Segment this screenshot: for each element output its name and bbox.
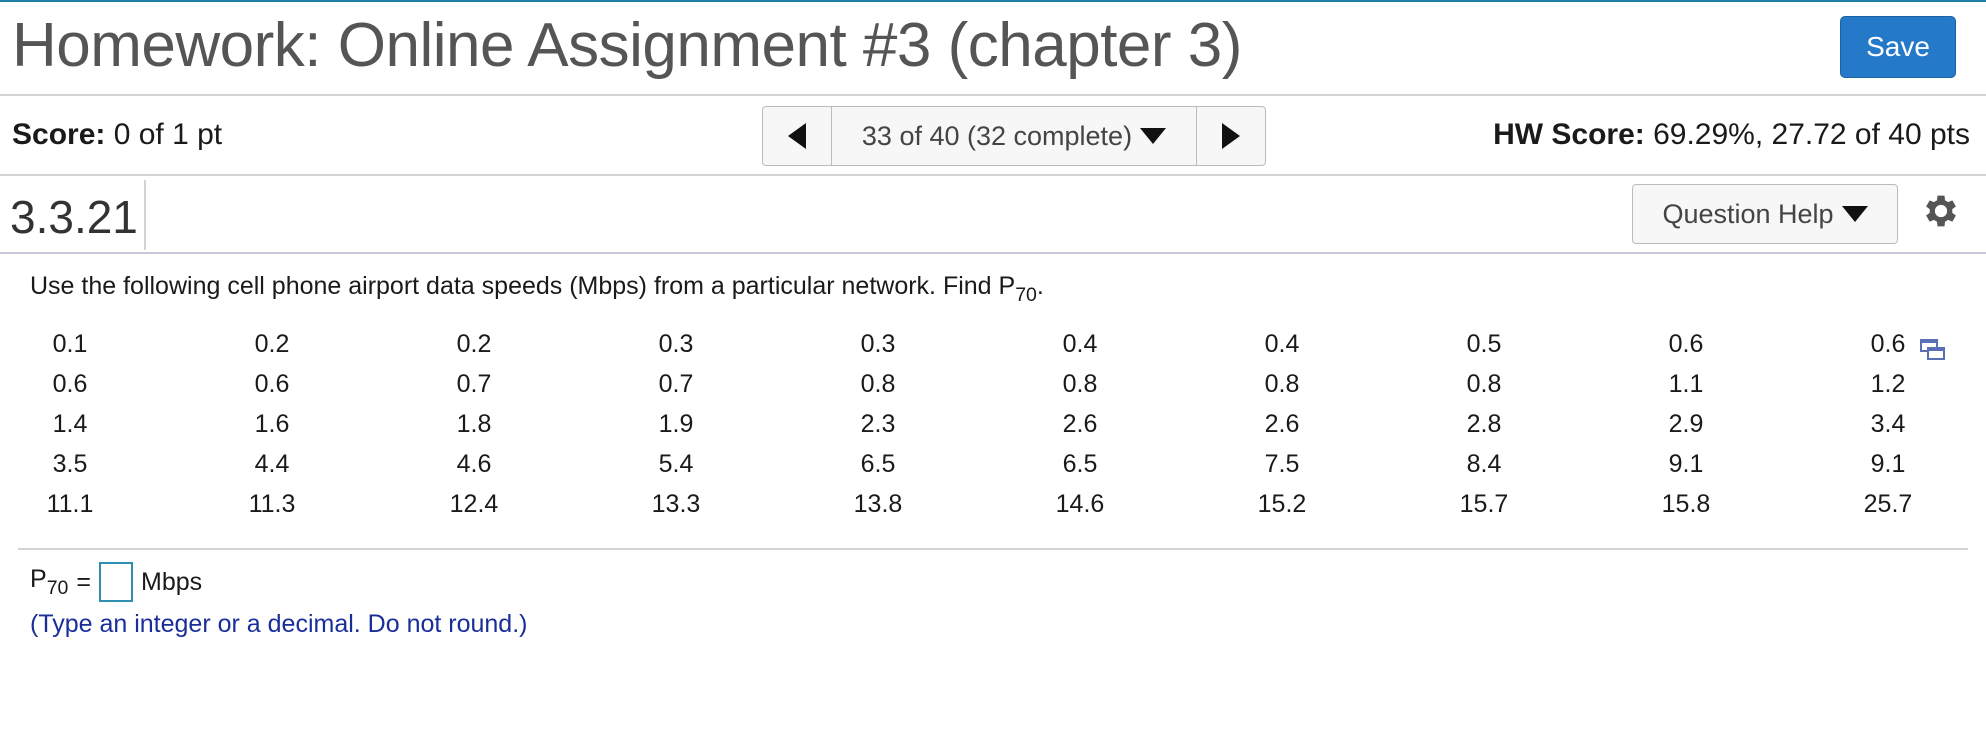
table-cell: 0.7 — [456, 370, 492, 398]
table-cell: 0.1 — [52, 330, 88, 358]
table-cell: 0.7 — [658, 370, 694, 398]
answer-unit: Mbps — [141, 567, 203, 596]
table-cell: 12.4 — [449, 490, 499, 518]
table-cell: 2.9 — [1668, 410, 1704, 438]
right-triangle-icon — [1222, 123, 1240, 149]
table-cell: 0.2 — [254, 330, 290, 358]
table-cell: 0.5 — [1466, 330, 1502, 358]
table-cell: 15.7 — [1459, 490, 1509, 518]
question-help-button[interactable]: Question Help — [1632, 184, 1898, 244]
page-title: Homework: Online Assignment #3 (chapter … — [12, 11, 1242, 80]
hw-score-value: 69.29%, 27.72 of 40 pts — [1653, 118, 1970, 151]
question-selector-dropdown[interactable]: 33 of 40 (32 complete) — [832, 107, 1196, 165]
table-cell: 8.4 — [1466, 450, 1502, 478]
table-cell: 1.2 — [1870, 370, 1906, 398]
question-score: Score: 0 of 1 pt — [12, 118, 222, 152]
table-cell: 13.3 — [651, 490, 701, 518]
table-cell: 2.6 — [1062, 410, 1098, 438]
answer-input[interactable] — [99, 562, 133, 602]
hw-score-label: HW Score: — [1493, 118, 1645, 151]
table-cell: 4.4 — [254, 450, 290, 478]
table-cell: 1.1 — [1668, 370, 1704, 398]
table-cell: 11.3 — [248, 490, 296, 518]
score-bar: Score: 0 of 1 pt 33 of 40 (32 complete) … — [0, 96, 1986, 176]
answer-divider — [18, 548, 1968, 550]
score-label: Score: — [12, 118, 106, 151]
answer-hint: (Type an integer or a decimal. Do not ro… — [30, 610, 528, 638]
answer-equals: = — [76, 567, 91, 596]
table-cell: 9.1 — [1870, 450, 1906, 478]
table-cell: 1.6 — [254, 410, 290, 438]
table-cell: 6.5 — [1062, 450, 1098, 478]
table-cell: 1.9 — [658, 410, 694, 438]
table-cell: 1.4 — [52, 410, 88, 438]
question-help-label: Question Help — [1662, 198, 1834, 229]
table-cell: 2.8 — [1466, 410, 1502, 438]
table-cell: 15.2 — [1257, 490, 1307, 518]
gear-icon[interactable] — [1920, 190, 1962, 232]
table-cell: 5.4 — [658, 450, 694, 478]
table-cell: 0.2 — [456, 330, 492, 358]
answer-row: P70 = Mbps — [30, 562, 202, 602]
table-cell: 0.4 — [1062, 330, 1098, 358]
question-prompt: Use the following cell phone airport dat… — [30, 272, 1044, 307]
question-number: 3.3.21 — [10, 191, 138, 243]
table-cell: 14.6 — [1055, 490, 1105, 518]
table-cell: 9.1 — [1668, 450, 1704, 478]
table-cell: 3.4 — [1870, 410, 1906, 438]
copy-icon[interactable] — [1920, 338, 1946, 362]
table-cell: 2.3 — [860, 410, 896, 438]
chevron-down-icon — [1140, 128, 1167, 144]
table-cell: 4.6 — [456, 450, 492, 478]
table-cell: 1.8 — [456, 410, 492, 438]
table-cell: 3.5 — [52, 450, 88, 478]
table-cell: 2.6 — [1264, 410, 1300, 438]
prompt-end: . — [1036, 272, 1044, 300]
question-bar: 3.3.21 Question Help — [0, 176, 1986, 254]
table-cell: 0.8 — [1062, 370, 1098, 398]
table-cell: 0.4 — [1264, 330, 1300, 358]
table-cell: 11.1 — [46, 490, 94, 518]
table-cell: 0.6 — [52, 370, 88, 398]
table-cell: 7.5 — [1264, 450, 1300, 478]
table-cell: 0.3 — [658, 330, 694, 358]
table-cell: 0.8 — [1264, 370, 1300, 398]
table-cell: 13.8 — [853, 490, 903, 518]
table-cell: 6.5 — [860, 450, 896, 478]
left-triangle-icon — [788, 123, 806, 149]
divider — [144, 180, 146, 250]
table-cell: 0.3 — [860, 330, 896, 358]
chevron-down-icon — [1841, 206, 1868, 222]
table-cell: 0.8 — [1466, 370, 1502, 398]
table-cell: 0.6 — [254, 370, 290, 398]
hw-score: HW Score: 69.29%, 27.72 of 40 pts — [1493, 118, 1970, 152]
prompt-text: Use the following cell phone airport dat… — [30, 272, 1016, 300]
page-header: Homework: Online Assignment #3 (chapter … — [0, 2, 1986, 96]
question-selector-label: 33 of 40 (32 complete) — [861, 120, 1133, 151]
table-cell: 0.8 — [860, 370, 896, 398]
prompt-subscript: 70 — [1015, 283, 1037, 306]
table-cell: 15.8 — [1661, 490, 1711, 518]
table-cell: 0.6 — [1668, 330, 1704, 358]
table-cell: 25.7 — [1863, 490, 1913, 518]
previous-question-button[interactable] — [763, 107, 832, 165]
answer-label: P70 — [30, 564, 69, 599]
next-question-button[interactable] — [1196, 107, 1265, 165]
save-button[interactable]: Save — [1840, 16, 1956, 78]
question-navigator: 33 of 40 (32 complete) — [762, 106, 1266, 166]
score-value: 0 of 1 pt — [113, 118, 223, 151]
